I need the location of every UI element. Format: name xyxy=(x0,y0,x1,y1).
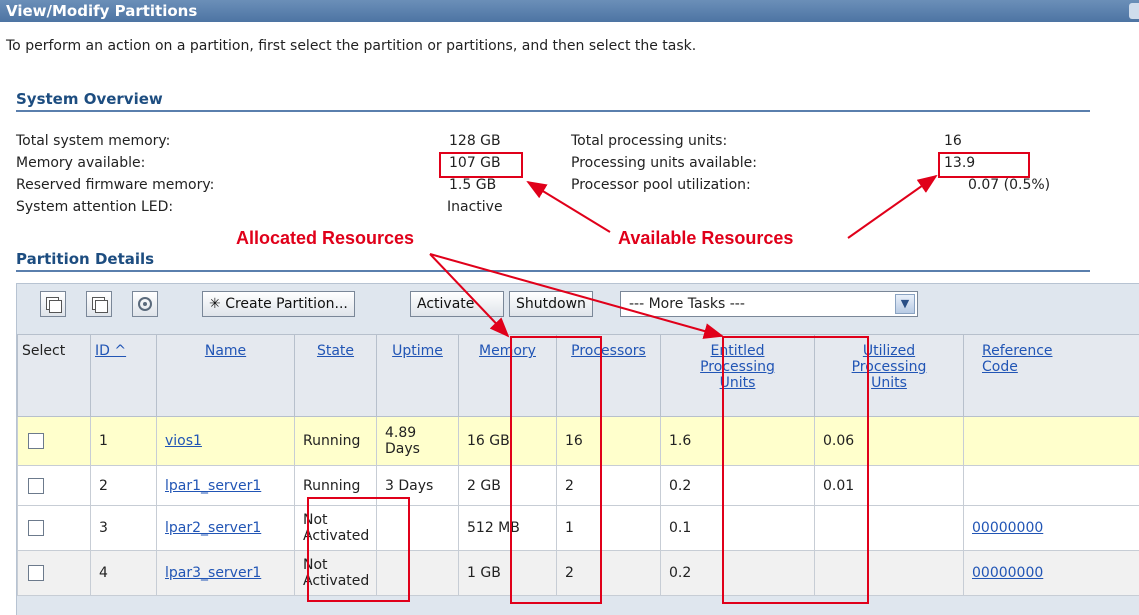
available-resources-annotation: Available Resources xyxy=(618,228,793,249)
allocated-resources-annotation: Allocated Resources xyxy=(236,228,414,249)
annotation-arrows xyxy=(0,0,1139,614)
